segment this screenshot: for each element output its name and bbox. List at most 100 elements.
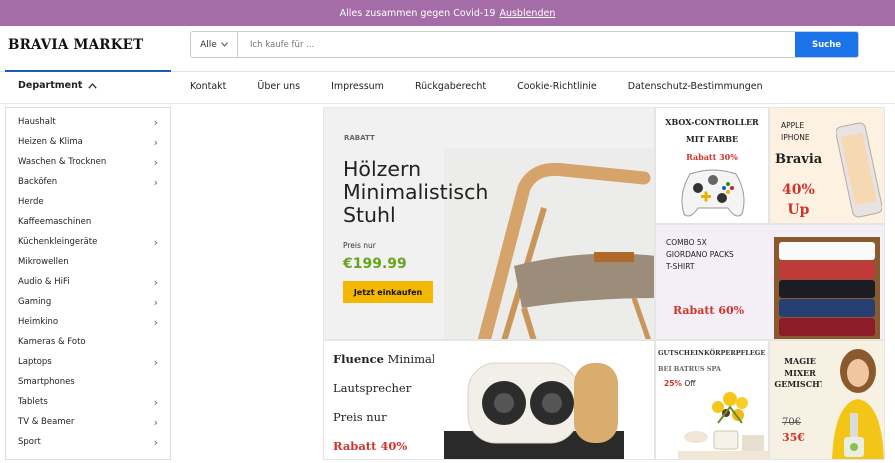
- promo-magie-mixer[interactable]: MAGIE MIXER GEMISCHT 70€ 35€: [769, 340, 885, 460]
- sidebar-item-label: Küchenkleingeräte: [18, 237, 98, 247]
- sidebar-item[interactable]: Gaming ›: [6, 292, 170, 312]
- hero-title: Hölzern Minimalistisch Stuhl: [343, 158, 523, 227]
- combo-discount: Rabatt 60%: [673, 304, 745, 317]
- chevron-right-icon: ›: [153, 115, 158, 129]
- apple-discount-up: Up: [787, 202, 810, 218]
- chevron-right-icon: ›: [153, 175, 158, 189]
- sidebar-item[interactable]: Sport ›: [6, 432, 170, 452]
- promo-grid: RABATT Hölzern Minimalistisch Stuhl Prei…: [323, 107, 885, 460]
- nav-link-rueckgaberecht[interactable]: Rückgaberecht: [415, 81, 486, 92]
- woman-mixer-image: [822, 341, 884, 459]
- xbox-controller-image: [681, 169, 745, 217]
- combo-title-line3: T-SHIRT: [666, 262, 695, 271]
- spa-flowers-image: [678, 392, 768, 459]
- chevron-right-icon: ›: [153, 395, 158, 409]
- chevron-right-icon: ›: [153, 135, 158, 149]
- hero-title-line: Stuhl: [343, 202, 396, 227]
- sidebar-item-label: Herde: [18, 197, 44, 207]
- xbox-title-line2: MIT FARBE: [685, 134, 739, 144]
- sidebar-item[interactable]: Kaffeemaschinen: [6, 212, 170, 232]
- magie-old-price: 70€: [782, 417, 802, 428]
- hero-banner-chair[interactable]: RABATT Hölzern Minimalistisch Stuhl Prei…: [323, 107, 655, 340]
- hero-tag: RABATT: [344, 134, 375, 142]
- sidebar-item[interactable]: Audio & HiFi ›: [6, 272, 170, 292]
- sidebar-item-label: Waschen & Trocknen: [18, 157, 107, 167]
- sidebar-item[interactable]: Herde: [6, 192, 170, 212]
- sidebar-item-label: Mikrowellen: [18, 257, 69, 267]
- sidebar-item-label: Sport: [18, 437, 41, 447]
- search-button[interactable]: Suche: [795, 32, 858, 57]
- apple-title-line2: IPHONE: [781, 133, 810, 142]
- nav-link-impressum[interactable]: Impressum: [331, 81, 384, 92]
- sidebar-item[interactable]: Mikrowellen: [6, 252, 170, 272]
- xbox-title-line1: XBOX-CONTROLLER: [665, 117, 759, 127]
- chevron-right-icon: ›: [153, 415, 158, 429]
- chevron-down-icon: [220, 42, 228, 47]
- sidebar-item-label: Heizen & Klima: [18, 137, 83, 147]
- chevron-up-icon: [88, 82, 98, 89]
- chevron-right-icon: ›: [153, 295, 158, 309]
- fluence-title-line2: Lautsprecher: [333, 381, 412, 395]
- chevron-right-icon: ›: [153, 155, 158, 169]
- department-toggle[interactable]: Department: [18, 80, 98, 91]
- sidebar-item[interactable]: Waschen & Trocknen ›: [6, 152, 170, 172]
- sidebar-item[interactable]: Heizen & Klima ›: [6, 132, 170, 152]
- hero-title-line: Minimalistisch: [343, 179, 489, 204]
- chevron-right-icon: ›: [153, 275, 158, 289]
- site-logo[interactable]: BRAVIA MARKET: [8, 37, 143, 53]
- fluence-title-line1: Minimal: [387, 352, 436, 366]
- hide-banner-link[interactable]: Ausblenden: [499, 8, 555, 19]
- magie-title-line3: GEMISCHT: [774, 379, 826, 389]
- search-category-select[interactable]: Alle: [191, 32, 238, 57]
- department-menu: Haushalt › Heizen & Klima › Waschen & Trockn…: [5, 107, 171, 460]
- announcement-banner: Alles zusammen gegen Covid-19 Ausblenden: [0, 0, 895, 26]
- promo-xbox-controller[interactable]: XBOX-CONTROLLER MIT FARBE Rabatt 30%: [655, 107, 769, 224]
- chevron-right-icon: ›: [153, 435, 158, 449]
- sidebar-item[interactable]: Laptops ›: [6, 352, 170, 372]
- fluence-discount: Rabatt 40%: [333, 439, 408, 453]
- combo-title-line2: GIORDANO PACKS: [666, 250, 734, 259]
- nav-link-datenschutz[interactable]: Datenschutz-Bestimmungen: [628, 81, 763, 92]
- chevron-right-icon: ›: [153, 235, 158, 249]
- fluence-price-label: Preis nur: [333, 410, 387, 424]
- promo-fluence-speaker[interactable]: Fluence Minimal Lautsprecher Preis nur R…: [323, 340, 655, 460]
- sidebar-item[interactable]: Haushalt ›: [6, 112, 170, 132]
- magie-title-line1: MAGIE: [784, 356, 816, 366]
- department-active-indicator: [5, 70, 171, 72]
- sidebar-item-label: Kaffeemaschinen: [18, 217, 92, 227]
- sidebar-item[interactable]: Küchenkleingeräte ›: [6, 232, 170, 252]
- sidebar-item[interactable]: Smartphones: [6, 372, 170, 392]
- gutschein-title-line1: GUTSCHEINKÖRPERPFLEGE: [658, 349, 766, 357]
- sidebar-item-label: Audio & HiFi: [18, 277, 70, 287]
- chevron-right-icon: ›: [153, 315, 158, 329]
- nav-link-kontakt[interactable]: Kontakt: [190, 81, 226, 92]
- sidebar-item-label: Backöfen: [18, 177, 58, 187]
- nav-link-ueber-uns[interactable]: Über uns: [257, 81, 300, 92]
- speaker-image: [434, 341, 654, 459]
- xbox-discount: Rabatt 30%: [686, 152, 738, 162]
- sidebar-item[interactable]: Kameras & Foto: [6, 332, 170, 352]
- sidebar-item[interactable]: Tablets ›: [6, 392, 170, 412]
- search-category-label: Alle: [200, 39, 217, 50]
- search-input[interactable]: [238, 32, 795, 57]
- tshirts-box-image: [770, 235, 884, 339]
- apple-brand: Bravia: [775, 152, 823, 167]
- sidebar-item[interactable]: Heimkino ›: [6, 312, 170, 332]
- sidebar-item[interactable]: TV & Beamer ›: [6, 412, 170, 432]
- promo-giordano-tshirts[interactable]: COMBO 5X GIORDANO PACKS T-SHIRT Rabatt 6…: [655, 224, 885, 340]
- search-bar: Alle Suche: [190, 31, 859, 58]
- hero-price-label: Preis nur: [343, 241, 376, 250]
- combo-title-line1: COMBO 5X: [666, 238, 707, 247]
- magie-title-line2: MIXER: [784, 367, 816, 378]
- gutschein-title-line2: BEI BATRUS SPA: [658, 365, 721, 373]
- sidebar-item-label: Smartphones: [18, 377, 75, 387]
- banner-text: Alles zusammen gegen Covid-19: [339, 7, 496, 19]
- sidebar-item-label: Laptops: [18, 357, 52, 367]
- promo-apple-iphone[interactable]: APPLE IPHONE Bravia 40% Up: [769, 107, 885, 224]
- sidebar-item[interactable]: Backöfen ›: [6, 172, 170, 192]
- promo-koerperpflege-voucher[interactable]: GUTSCHEINKÖRPERPFLEGE BEI BATRUS SPA 25%…: [655, 340, 769, 460]
- nav-link-cookie-richtlinie[interactable]: Cookie-Richtlinie: [517, 81, 597, 92]
- shop-now-button[interactable]: Jetzt einkaufen: [343, 281, 433, 303]
- hero-title-line: Hölzern: [343, 157, 422, 181]
- sidebar-item-label: Kameras & Foto: [18, 337, 86, 347]
